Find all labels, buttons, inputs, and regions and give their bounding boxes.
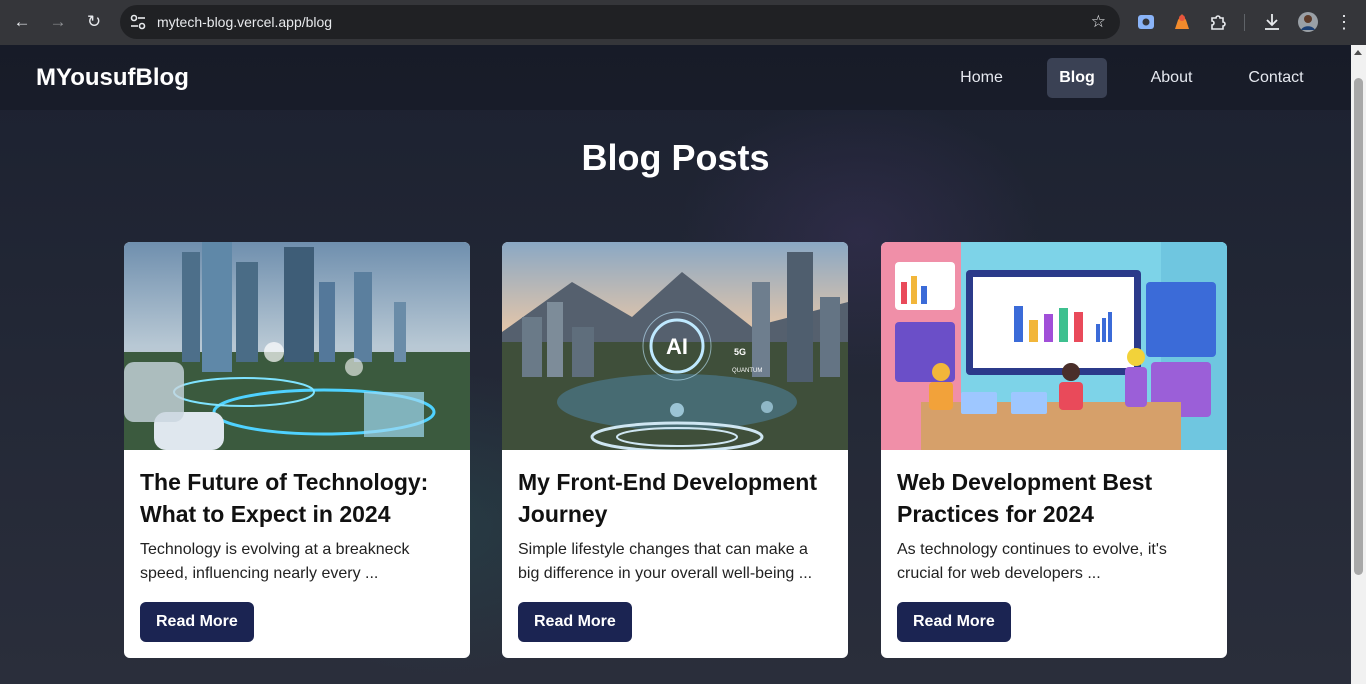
address-bar[interactable]: mytech-blog.vercel.app/blog ☆ [120,5,1120,39]
blog-card: Web Development Best Practices for 2024 … [881,242,1227,658]
reload-icon[interactable]: ↻ [83,11,105,33]
site-brand[interactable]: MYousufBlog [36,64,189,92]
nav-home[interactable]: Home [944,58,1019,98]
profile-avatar-icon[interactable] [1297,11,1319,33]
back-arrow-icon[interactable]: ← [11,11,33,33]
nav-blog[interactable]: Blog [1047,58,1107,98]
post-thumbnail[interactable] [881,242,1227,450]
site-header: MYousufBlog Home Blog About Contact [0,45,1351,110]
blog-card: The Future of Technology: What to Expect… [124,242,470,658]
post-title: My Front-End Development Journey [518,469,818,527]
post-excerpt: As technology continues to evolve, it's … [897,541,1167,582]
image-5g-label: 5G [734,347,746,357]
read-more-button[interactable]: Read More [897,602,1011,642]
page-title: Blog Posts [581,137,770,178]
scroll-up-arrow-icon[interactable] [1354,50,1362,55]
page-scrollbar[interactable] [1351,45,1366,684]
url-text[interactable]: mytech-blog.vercel.app/blog [157,14,332,30]
image-ai-label: AI [666,334,688,359]
page-viewport: MYousufBlog Home Blog About Contact Blog… [0,45,1351,684]
image-quantum-label: QUANTUM [732,368,762,374]
browser-toolbar: ← → ↻ mytech-blog.vercel.app/blog ☆ ⋮ [0,0,1366,45]
post-title: The Future of Technology: What to Expect… [140,469,429,527]
screen-capture-extension-icon[interactable] [1135,11,1157,33]
post-excerpt: Technology is evolving at a breakneck sp… [140,541,410,582]
scrollbar-thumb[interactable] [1354,78,1363,575]
post-excerpt: Simple lifestyle changes that can make a… [518,541,813,582]
fox-extension-icon[interactable] [1171,11,1193,33]
read-more-button[interactable]: Read More [140,602,254,642]
blog-card: AI 5G QUANTUM My Front-End Development J… [502,242,848,658]
nav-contact[interactable]: Contact [1234,58,1318,98]
forward-arrow-icon[interactable]: → [47,11,69,33]
nav-about[interactable]: About [1135,58,1208,98]
post-thumbnail[interactable]: AI 5G QUANTUM [502,242,848,450]
post-title: Web Development Best Practices for 2024 [897,469,1153,527]
download-icon[interactable] [1261,11,1283,33]
site-info-icon[interactable] [129,13,147,31]
bookmark-star-icon[interactable]: ☆ [1091,12,1106,32]
more-menu-icon[interactable]: ⋮ [1333,11,1355,33]
post-thumbnail[interactable] [124,242,470,450]
extensions-puzzle-icon[interactable] [1207,11,1229,33]
read-more-button[interactable]: Read More [518,602,632,642]
toolbar-separator [1244,14,1245,31]
